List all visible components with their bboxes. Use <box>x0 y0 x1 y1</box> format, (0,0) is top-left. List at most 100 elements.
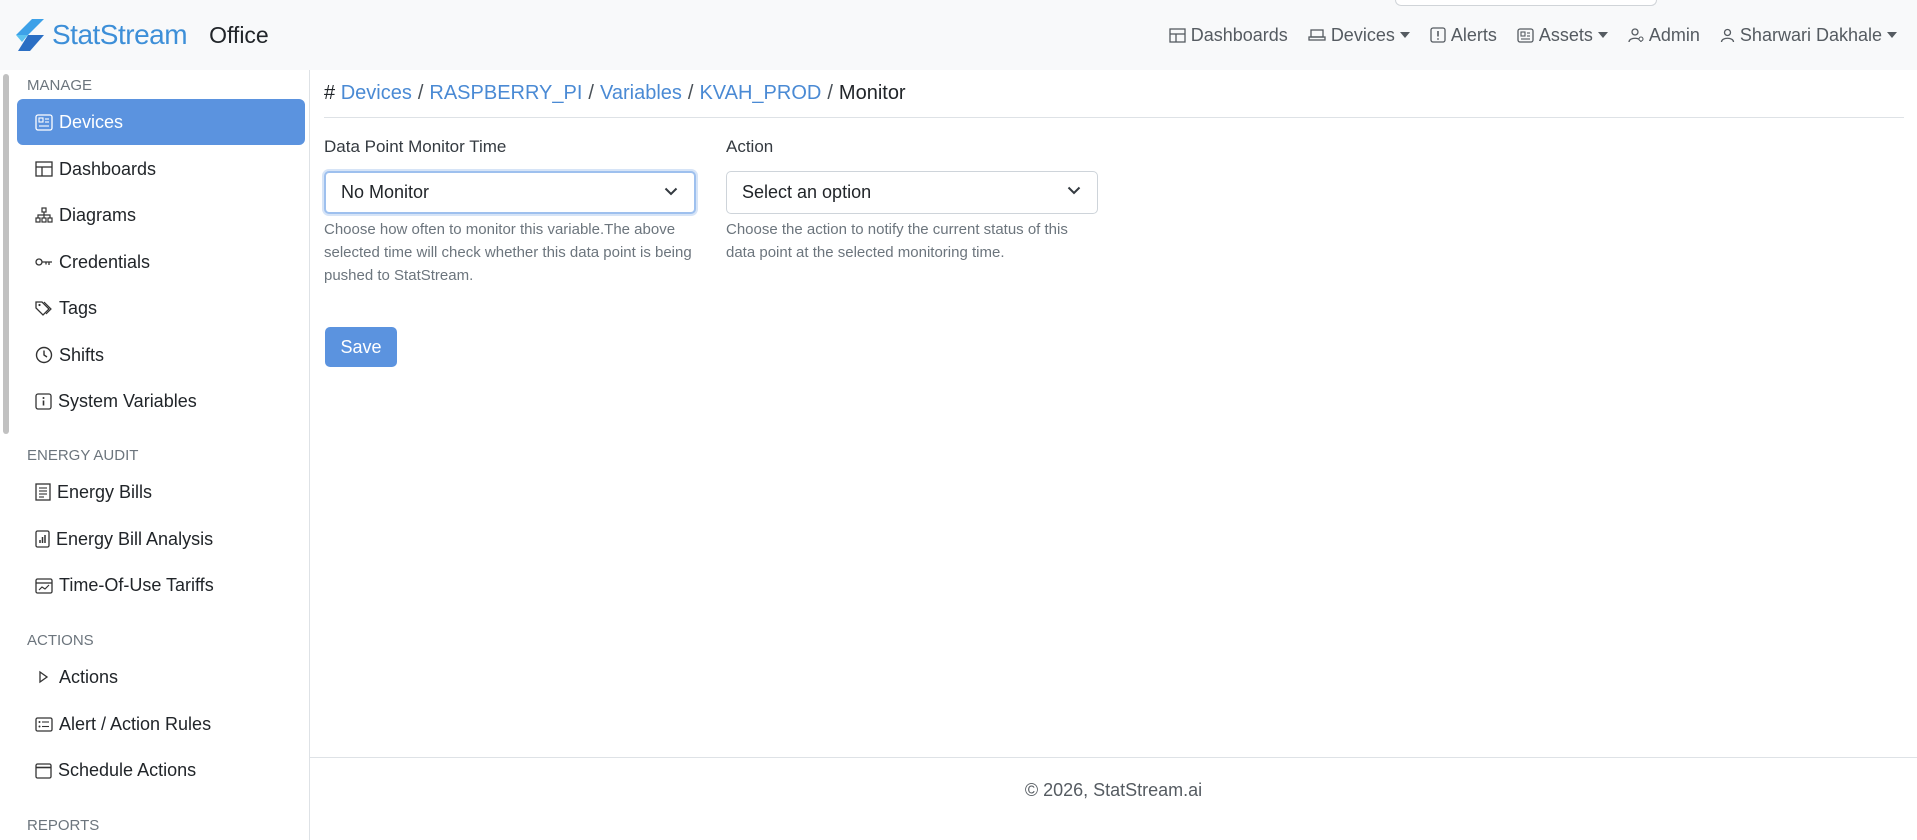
admin-icon <box>1628 28 1644 43</box>
action-value: Select an option <box>742 182 872 202</box>
sidebar-item-label: Shifts <box>59 344 105 365</box>
nav-dashboards-label: Dashboards <box>1190 24 1288 45</box>
breadcrumb-separator: / <box>827 82 833 104</box>
brand[interactable]: StatStream Office <box>12 15 269 55</box>
section-label-reports: REPORTS <box>27 817 100 834</box>
sidebar: MANAGE Devices Dashboards Diagrams Crede… <box>0 70 310 840</box>
diagram-icon <box>35 207 53 223</box>
chevron-down-icon <box>1067 186 1081 195</box>
breadcrumb-current: Monitor <box>838 82 906 104</box>
breadcrumb-link-devices[interactable]: Devices <box>341 82 412 104</box>
section-label-energy-audit: ENERGY AUDIT <box>27 447 139 464</box>
info-icon <box>35 392 52 410</box>
chevron-down-icon <box>1597 32 1608 38</box>
breadcrumb-separator: / <box>417 82 424 104</box>
chevron-down-icon <box>1887 32 1897 38</box>
sidebar-scrollbar[interactable] <box>3 74 9 434</box>
action-select[interactable]: Select an option <box>726 171 1098 214</box>
nav-devices-label: Devices <box>1330 24 1395 45</box>
nav-user-menu[interactable]: Sharwari Dakhale <box>1720 25 1897 46</box>
key-icon <box>35 258 52 266</box>
monitor-time-label: Data Point Monitor Time <box>324 137 507 156</box>
sidebar-item-label: Energy Bill Analysis <box>56 528 214 549</box>
sidebar-item-label: Devices <box>59 111 124 132</box>
sidebar-item-label: Time-Of-Use Tariffs <box>59 574 214 595</box>
sidebar-item-label: Energy Bills <box>57 481 153 502</box>
statstream-logo-icon <box>16 19 44 51</box>
sidebar-item-dashboards[interactable]: Dashboards <box>17 146 305 192</box>
nav-dashboards[interactable]: Dashboards <box>1169 25 1288 46</box>
action-label: Action <box>726 137 774 156</box>
calendar-icon <box>35 762 52 779</box>
rules-list-icon <box>35 716 53 732</box>
section-label-manage: MANAGE <box>27 77 93 94</box>
calendar-chart-icon <box>35 577 53 594</box>
sidebar-item-shifts[interactable]: Shifts <box>17 332 305 378</box>
breadcrumb-link-variable[interactable]: KVAH_PROD <box>699 82 821 104</box>
sidebar-item-diagrams[interactable]: Diagrams <box>17 192 305 238</box>
sidebar-item-energy-bills[interactable]: Energy Bills <box>17 469 305 515</box>
monitor-time-help: Choose how often to monitor this variabl… <box>324 221 692 284</box>
alert-icon <box>1430 27 1446 43</box>
breadcrumb-link-device[interactable]: RASPBERRY_PI <box>429 82 582 104</box>
sidebar-item-label: Tags <box>59 297 98 318</box>
nav-admin[interactable]: Admin <box>1628 25 1700 46</box>
nav-assets[interactable]: Assets <box>1517 25 1608 46</box>
sidebar-item-label: Actions <box>59 666 119 687</box>
monitor-time-select[interactable]: No Monitor <box>324 171 696 214</box>
chevron-down-icon <box>1399 32 1410 38</box>
sidebar-item-label: Schedule Actions <box>58 759 197 780</box>
breadcrumb: # Devices / RASPBERRY_PI / Variables / KVAH_PR… <box>324 82 906 105</box>
top-navbar: StatStream Office Dashboards Devices Ale… <box>0 0 1917 70</box>
nav-assets-label: Assets <box>1538 24 1593 45</box>
sidebar-item-label: Dashboards <box>59 158 157 179</box>
action-field: Action Select an option Choose the actio… <box>726 137 1098 264</box>
nav-alerts[interactable]: Alerts <box>1430 25 1497 46</box>
sidebar-item-label: Credentials <box>59 251 151 272</box>
breadcrumb-separator: / <box>588 82 594 104</box>
breadcrumb-link-variables[interactable]: Variables <box>600 82 682 104</box>
device-icon <box>35 113 53 131</box>
breadcrumb-hash: # <box>324 82 336 104</box>
sidebar-item-time-of-use-tariffs[interactable]: Time-Of-Use Tariffs <box>17 562 305 608</box>
footer-copyright: © 2026, StatStream.ai <box>1024 780 1203 800</box>
sidebar-item-actions[interactable]: Actions <box>17 654 305 700</box>
clock-icon <box>35 346 53 364</box>
brand-name: StatStream <box>52 19 188 50</box>
breadcrumb-separator: / <box>687 82 694 104</box>
sidebar-item-label: Alert / Action Rules <box>59 713 212 734</box>
sidebar-item-energy-bill-analysis[interactable]: Energy Bill Analysis <box>17 516 305 562</box>
footer: © 2026, StatStream.ai <box>310 757 1917 840</box>
sidebar-item-schedule-actions[interactable]: Schedule Actions <box>17 747 305 793</box>
sidebar-item-label: System Variables <box>58 390 197 411</box>
sidebar-item-system-variables[interactable]: System Variables <box>17 378 305 424</box>
devices-icon <box>1308 29 1326 41</box>
workspace-name: Office <box>209 21 269 48</box>
sidebar-item-devices[interactable]: Devices <box>17 99 305 145</box>
dashboard-icon <box>35 161 53 177</box>
sidebar-item-label: Diagrams <box>59 204 137 225</box>
main-content: # Devices / RASPBERRY_PI / Variables / KVAH_PR… <box>310 70 1917 840</box>
nav-admin-label: Admin <box>1648 24 1700 45</box>
chart-file-icon <box>35 530 50 548</box>
save-button[interactable]: Save <box>325 327 397 367</box>
assets-icon <box>1517 27 1534 43</box>
header-divider <box>324 117 1904 118</box>
nav-user-label: Sharwari Dakhale <box>1739 24 1882 45</box>
user-icon <box>1720 28 1735 42</box>
tags-icon <box>35 300 52 316</box>
monitor-time-field: Data Point Monitor Time No Monitor Choos… <box>324 137 696 287</box>
sidebar-item-alert-action-rules[interactable]: Alert / Action Rules <box>17 701 305 747</box>
dashboard-icon <box>1169 27 1186 43</box>
bill-icon <box>35 483 51 501</box>
top-nav-links: Dashboards Devices Alerts Assets Admin S… <box>1149 0 1897 70</box>
nav-devices[interactable]: Devices <box>1308 25 1410 46</box>
chevron-down-icon <box>664 187 678 196</box>
nav-alerts-label: Alerts <box>1450 24 1497 45</box>
section-label-actions: ACTIONS <box>27 632 94 649</box>
sidebar-item-credentials[interactable]: Credentials <box>17 239 305 285</box>
sidebar-item-tags[interactable]: Tags <box>17 285 305 331</box>
monitor-time-value: No Monitor <box>341 182 430 202</box>
action-help: Choose the action to notify the current … <box>726 221 1068 261</box>
play-icon <box>39 670 49 684</box>
